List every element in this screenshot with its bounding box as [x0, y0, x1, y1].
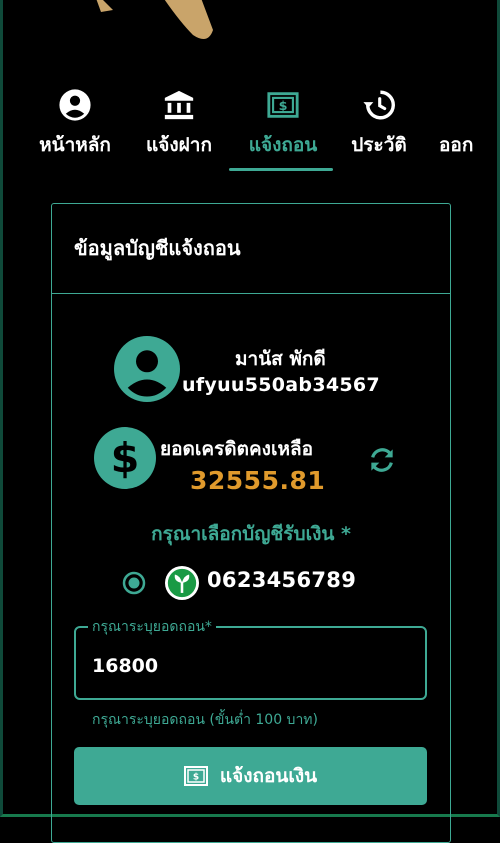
kbank-icon — [165, 566, 199, 600]
nav-label-home: หน้าหลัก — [39, 134, 111, 156]
amount-hint: กรุณาระบุยอดถอน (ขั้นต่ำ 100 บาท) — [92, 712, 318, 728]
amount-input[interactable] — [90, 650, 414, 682]
card-title: ข้อมูลบัญชีแจ้งถอน — [52, 204, 450, 294]
amount-field[interactable]: กรุณาระบุยอดถอน* — [74, 616, 427, 700]
nav-active-underline — [229, 168, 333, 171]
credit-balance: 32555.81 — [190, 466, 326, 495]
withdraw-submit-button[interactable]: $ แจ้งถอนเงิน — [74, 747, 427, 805]
nav-label-logout: ออก — [439, 134, 474, 156]
credit-label: ยอดเครดิตคงเหลือ — [160, 438, 314, 460]
nav-label-deposit: แจ้งฝาก — [146, 134, 212, 156]
nav-item-history[interactable]: ประวัติ — [343, 82, 415, 174]
nav-label-withdraw: แจ้งถอน — [248, 134, 318, 156]
nav-item-logout[interactable]: ออก — [439, 82, 500, 174]
app-frame: หน้าหลัก แจ้งฝาก $ แจ้งถอน ประวัติ ออก ข… — [0, 0, 500, 843]
withdraw-submit-label: แจ้งถอนเงิน — [219, 765, 318, 787]
withdraw-card: ข้อมูลบัญชีแจ้งถอน มานัส พักดี ufyuu550a… — [51, 203, 451, 843]
main-nav: หน้าหลัก แจ้งฝาก $ แจ้งถอน ประวัติ ออก — [3, 82, 500, 174]
money-icon: $ — [183, 766, 208, 786]
user-name: มานัส พักดี — [235, 348, 326, 370]
nav-label-history: ประวัติ — [351, 134, 407, 156]
svg-text:$: $ — [193, 773, 199, 783]
amount-field-label: กรุณาระบุยอดถอน* — [88, 616, 216, 638]
nav-item-deposit[interactable]: แจ้งฝาก — [141, 82, 217, 174]
nav-item-withdraw[interactable]: $ แจ้งถอน — [241, 82, 325, 174]
user-username: ufyuu550ab34567 — [182, 374, 380, 396]
account-circle-icon — [59, 89, 91, 121]
refresh-icon[interactable] — [366, 444, 398, 476]
select-account-label: กรุณาเลือกบัญชีรับเงิน * — [151, 523, 351, 545]
avatar-icon — [114, 336, 180, 402]
account-number: 0623456789 — [207, 568, 357, 592]
nav-item-home[interactable]: หน้าหลัก — [33, 82, 117, 174]
account-radio[interactable] — [122, 571, 146, 595]
dollar-circle-icon: $ — [94, 427, 156, 489]
history-icon — [363, 90, 395, 120]
money-icon: $ — [267, 92, 299, 118]
bank-icon — [164, 90, 194, 120]
logo-icon — [96, 0, 213, 39]
svg-text:$: $ — [111, 434, 140, 482]
svg-text:$: $ — [279, 99, 288, 114]
